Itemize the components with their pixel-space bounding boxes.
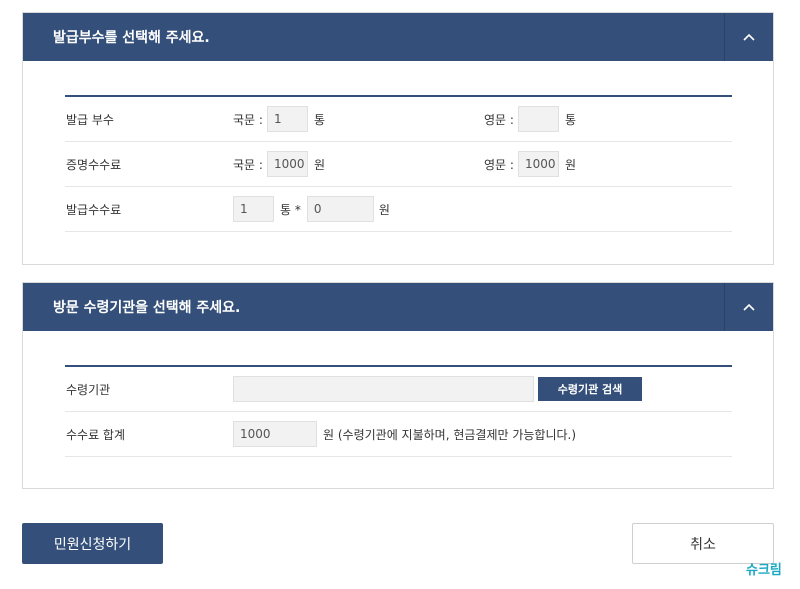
issue-fee-label: 발급수수료 — [66, 202, 122, 217]
agency-input[interactable] — [233, 376, 534, 402]
cert-fee-korean-value: 1000 — [266, 151, 308, 177]
copies-panel-header: 발급부수를 선택해 주세요. — [23, 13, 773, 61]
cert-fee-row: 증명수수료 국문 : 1000 원 영문 : 1000 원 — [65, 142, 732, 187]
copies-form-table: 발급 부수 국문 : 1 통 영문 : 통 증명수수료 국문 : 1000 원 … — [65, 95, 732, 232]
copies-label: 발급 부수 — [66, 112, 114, 127]
pickup-panel-collapse-button[interactable] — [724, 283, 773, 331]
issue-fee-row: 발급수수료 1 통 * 0 원 — [65, 187, 732, 232]
copies-english-input[interactable] — [517, 106, 559, 132]
copies-panel-collapse-button[interactable] — [724, 13, 773, 61]
pickup-form-table: 수령기관 수령기관 검색 수수료 합계 1000 원 (수령기관에 지불하며, … — [65, 365, 732, 457]
copies-korean-input[interactable]: 1 — [266, 106, 308, 132]
copies-english-unit: 통 — [564, 112, 576, 127]
chevron-up-icon — [743, 303, 755, 311]
copies-panel-title: 발급부수를 선택해 주세요. — [53, 30, 210, 46]
pickup-panel-title: 방문 수령기관을 선택해 주세요. — [53, 300, 241, 316]
cert-fee-english-unit: 원 — [564, 157, 576, 172]
pickup-panel: 방문 수령기관을 선택해 주세요. 수령기관 수령기관 검색 수수료 합계 10… — [22, 282, 774, 489]
cert-fee-english-value: 1000 — [517, 151, 559, 177]
copies-english-label: 영문 : — [484, 112, 514, 127]
submit-application-button[interactable]: 민원신청하기 — [22, 523, 163, 564]
total-fee-row: 수수료 합계 1000 원 (수령기관에 지불하며, 현금결제만 가능합니다.) — [65, 412, 732, 457]
total-fee-value: 1000 — [233, 421, 317, 447]
cert-fee-korean-unit: 원 — [313, 157, 325, 172]
agency-search-button[interactable]: 수령기관 검색 — [538, 377, 642, 401]
issue-fee-value: 0 — [306, 196, 374, 222]
copies-panel: 발급부수를 선택해 주세요. 발급 부수 국문 : 1 통 영문 : 통 증명수… — [22, 12, 774, 265]
issue-fee-count-unit: 통 * — [280, 202, 301, 217]
total-fee-label: 수수료 합계 — [66, 427, 126, 442]
copies-korean-label: 국문 : — [233, 112, 263, 127]
issue-fee-count-value: 1 — [233, 196, 274, 222]
watermark-text: 슈크림 — [746, 563, 782, 578]
agency-label: 수령기관 — [66, 382, 111, 397]
cancel-button[interactable]: 취소 — [632, 523, 774, 564]
copies-row: 발급 부수 국문 : 1 통 영문 : 통 — [65, 97, 732, 142]
copies-korean-unit: 통 — [313, 112, 325, 127]
total-fee-note: 원 (수령기관에 지불하며, 현금결제만 가능합니다.) — [323, 427, 577, 442]
issue-fee-unit: 원 — [378, 202, 390, 217]
pickup-panel-header: 방문 수령기관을 선택해 주세요. — [23, 283, 773, 331]
cert-fee-english-label: 영문 : — [484, 157, 514, 172]
cert-fee-label: 증명수수료 — [66, 157, 122, 172]
cert-fee-korean-label: 국문 : — [233, 157, 263, 172]
chevron-up-icon — [743, 33, 755, 41]
agency-row: 수령기관 수령기관 검색 — [65, 367, 732, 412]
